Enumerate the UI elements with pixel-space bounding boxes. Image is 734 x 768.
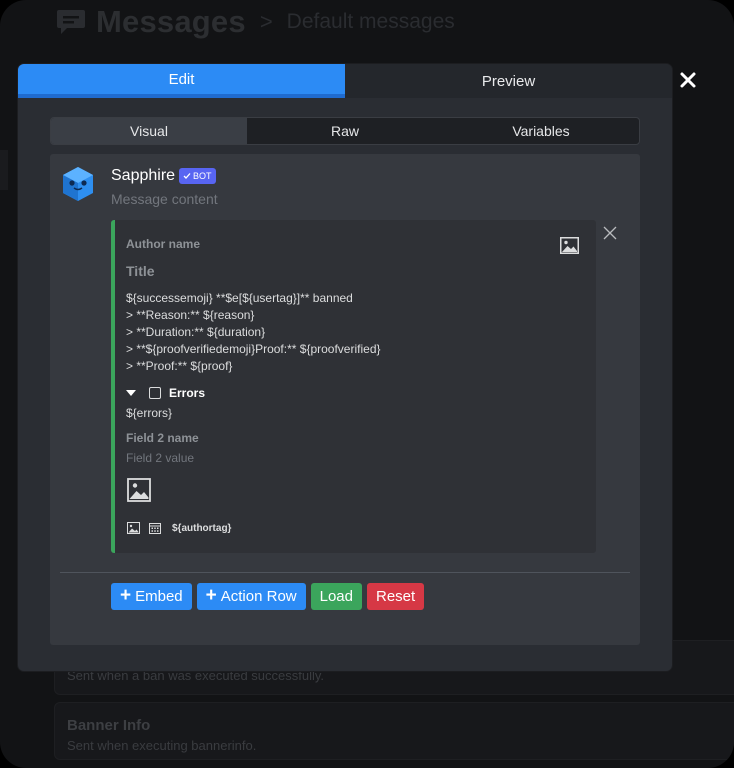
app-frame: Messages > Default messages Sent when a … <box>0 0 734 768</box>
message-preview-panel: Sapphire BOT Message content Author name… <box>50 154 640 645</box>
field-value[interactable]: ${errors} <box>126 406 172 420</box>
bg-card-desc: Sent when executing bannerinfo. <box>67 738 257 753</box>
plus-icon: + <box>120 585 132 606</box>
add-embed-label: Embed <box>135 588 183 605</box>
add-action-row-button[interactable]: + Action Row <box>196 583 306 610</box>
bg-card-title: Banner Info <box>67 717 151 734</box>
mode-tabs: Visual Raw Variables <box>50 117 640 145</box>
tab-preview[interactable]: Preview <box>345 64 672 98</box>
tab-visual[interactable]: Visual <box>51 118 247 144</box>
embed-image-icon[interactable] <box>127 478 151 502</box>
reset-button[interactable]: Reset <box>367 583 425 610</box>
remove-embed-icon[interactable] <box>603 226 617 240</box>
bot-badge-label: BOT <box>193 171 212 181</box>
calendar-icon[interactable] <box>149 522 161 534</box>
field-2-name-input[interactable]: Field 2 name <box>126 431 199 445</box>
action-buttons: + Embed + Action Row Load Reset <box>111 583 425 610</box>
message-editor-modal: Edit Preview Visual Raw Variables Sapphi… <box>18 64 672 671</box>
plus-icon: + <box>205 585 217 606</box>
add-action-row-label: Action Row <box>220 588 297 605</box>
embed-description-input[interactable]: ${successemoji} **$e[${usertag}]** banne… <box>126 290 381 375</box>
field-2-value-input[interactable]: Field 2 value <box>126 451 194 465</box>
bot-name: Sapphire <box>111 167 176 184</box>
chat-icon <box>57 10 85 34</box>
editor-tabs: Edit Preview <box>18 64 672 98</box>
embed-title-input[interactable]: Title <box>126 263 155 279</box>
add-embed-button[interactable]: + Embed <box>111 583 192 610</box>
tab-variables[interactable]: Variables <box>443 118 639 144</box>
collapse-caret-icon[interactable] <box>126 390 136 396</box>
embed-editor: Author name Title ${successemoji} **$e[$… <box>111 220 596 553</box>
divider <box>60 572 630 573</box>
thumbnail-image-icon[interactable] <box>560 237 579 254</box>
message-content-input[interactable]: Message content <box>111 191 218 207</box>
embed-field-1: Errors <box>126 386 205 400</box>
tab-raw[interactable]: Raw <box>247 118 443 144</box>
bg-edge <box>0 150 8 190</box>
page-header: Messages > Default messages <box>56 2 455 42</box>
embed-footer: ${authortag} <box>127 522 231 534</box>
inline-checkbox[interactable] <box>149 387 161 399</box>
footer-text-input[interactable]: ${authortag} <box>172 523 231 534</box>
footer-image-icon[interactable] <box>127 522 140 534</box>
page-subtitle: Default messages <box>286 10 455 33</box>
bg-message-card[interactable]: Banner Info Sent when executing bannerin… <box>54 702 734 760</box>
bot-avatar <box>63 167 93 201</box>
close-modal-icon[interactable] <box>678 70 698 90</box>
embed-author-input[interactable]: Author name <box>126 237 200 251</box>
breadcrumb-separator: > <box>259 9 273 34</box>
check-icon <box>183 173 191 179</box>
tab-edit[interactable]: Edit <box>18 64 345 98</box>
load-button[interactable]: Load <box>310 583 362 610</box>
field-name[interactable]: Errors <box>169 386 205 400</box>
page-title: Messages <box>96 4 246 39</box>
bot-badge: BOT <box>179 168 216 184</box>
